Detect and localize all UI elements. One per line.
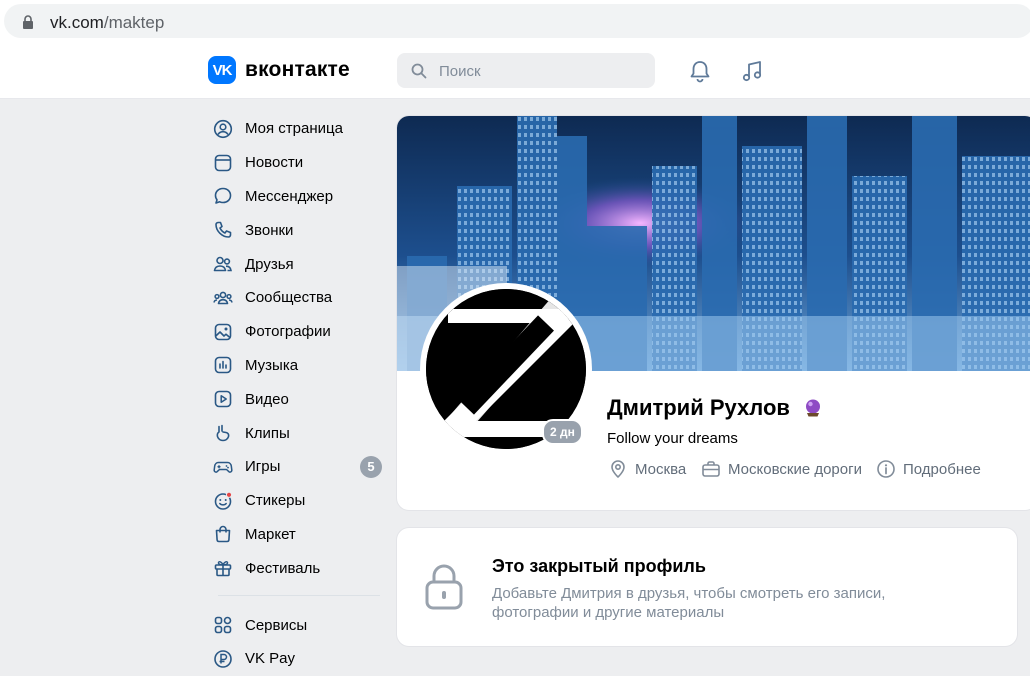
games-count-badge: 5 [360, 455, 382, 478]
sidebar-item-label: Друзья [245, 255, 294, 273]
search-box[interactable] [397, 53, 655, 90]
profile-work[interactable]: Московские дороги [701, 459, 862, 479]
search-input[interactable] [437, 53, 641, 90]
sidebar-item-label: Сервисы [245, 616, 308, 634]
sidebar-item-label: Стикеры [245, 492, 306, 510]
sidebar-item-messenger[interactable]: Мессенджер [208, 180, 388, 214]
video-icon [214, 390, 232, 408]
newsfeed-icon [214, 154, 232, 171]
sidebar-item-label: Маркет [245, 525, 296, 543]
vk-logo[interactable]: VK вконтакте [208, 56, 350, 84]
url-text: vk.com/maktep [50, 13, 165, 32]
profile-name: Дмитрий Рухлов [607, 395, 790, 420]
message-icon [214, 188, 232, 205]
sidebar-item-label: Моя страница [245, 120, 343, 138]
market-bag-icon [215, 526, 231, 543]
sidebar-item-clips[interactable]: Клипы [208, 416, 388, 450]
profile-status: Follow your dreams [607, 430, 738, 447]
sidebar-item-calls[interactable]: Звонки [208, 213, 388, 247]
last-seen-badge: 2 дн [542, 419, 583, 445]
clips-icon [216, 424, 230, 442]
phone-icon [215, 221, 232, 239]
sidebar-item-photos[interactable]: Фотографии [208, 315, 388, 349]
sidebar-item-games[interactable]: Игры 5 [208, 450, 388, 484]
sidebar-item-vkpay[interactable]: VK Pay [208, 642, 388, 676]
services-icon [214, 616, 232, 634]
sticker-icon [214, 491, 233, 510]
profile-city[interactable]: Москва [608, 459, 686, 479]
lock-icon [425, 564, 463, 610]
photo-icon [214, 323, 232, 340]
user-circle-icon [213, 119, 233, 138]
sidebar-item-label: Игры [245, 458, 281, 476]
sidebar-item-label: Мессенджер [245, 187, 334, 205]
friends-icon [213, 256, 232, 272]
gamepad-icon [213, 461, 233, 473]
briefcase-icon [702, 461, 720, 477]
sidebar-item-friends[interactable]: Друзья [208, 247, 388, 281]
closed-profile-card: Это закрытый профиль Добавьте Дмитрия в … [397, 528, 1017, 646]
vk-logo-text: вконтакте [245, 58, 350, 81]
gift-icon [214, 561, 232, 577]
browser-address-bar: vk.com/maktep [0, 0, 1030, 42]
sidebar-item-news[interactable]: Новости [208, 146, 388, 180]
sidebar-divider [218, 595, 380, 597]
site-header: VK вконтакте [0, 42, 1030, 99]
communities-icon [213, 291, 233, 305]
sidebar-item-market[interactable]: Маркет [208, 518, 388, 552]
sidebar-item-stickers[interactable]: Стикеры [208, 484, 388, 518]
profile-more-label: Подробнее [903, 460, 981, 478]
info-icon [877, 460, 895, 478]
sidebar-item-label: Видео [245, 390, 289, 408]
sidebar-item-communities[interactable]: Сообщества [208, 281, 388, 315]
closed-profile-description: Добавьте Дмитрия в друзья, чтобы смотрет… [492, 585, 886, 621]
music-icon[interactable] [740, 58, 766, 84]
closed-profile-title: Это закрытый профиль [492, 556, 706, 576]
sidebar-item-label: Клипы [245, 424, 290, 442]
sidebar-item-video[interactable]: Видео [208, 382, 388, 416]
sidebar-item-label: Фестиваль [245, 559, 321, 577]
sidebar-item-festival[interactable]: Фестиваль [208, 551, 388, 585]
location-pin-icon [611, 460, 625, 478]
sidebar-item-label: VK Pay [245, 650, 296, 668]
left-sidebar: Моя страница Новости Мессенджер Звонки Д… [208, 112, 388, 676]
sidebar-item-label: Музыка [245, 356, 299, 374]
music-playlist-icon [214, 357, 232, 374]
sidebar-item-my-page[interactable]: Моя страница [208, 112, 388, 146]
crystal-ball-emoji-icon [806, 399, 820, 417]
profile-city-label: Москва [635, 460, 687, 478]
profile-work-label: Московские дороги [728, 460, 862, 478]
sidebar-item-label: Сообщества [245, 289, 333, 307]
search-icon [411, 63, 427, 79]
vkpay-icon [214, 650, 232, 668]
url-field[interactable]: vk.com/maktep [4, 4, 1030, 38]
vk-logo-mark: VK [208, 56, 236, 84]
profile-more-button[interactable]: Подробнее [876, 459, 981, 479]
sidebar-item-music[interactable]: Музыка [208, 349, 388, 383]
sidebar-item-label: Фотографии [245, 323, 331, 341]
bell-icon[interactable] [687, 58, 713, 84]
sidebar-item-label: Новости [245, 154, 304, 172]
sidebar-item-label: Звонки [245, 221, 294, 239]
lock-icon [23, 15, 33, 29]
sidebar-item-services[interactable]: Сервисы [208, 608, 388, 642]
